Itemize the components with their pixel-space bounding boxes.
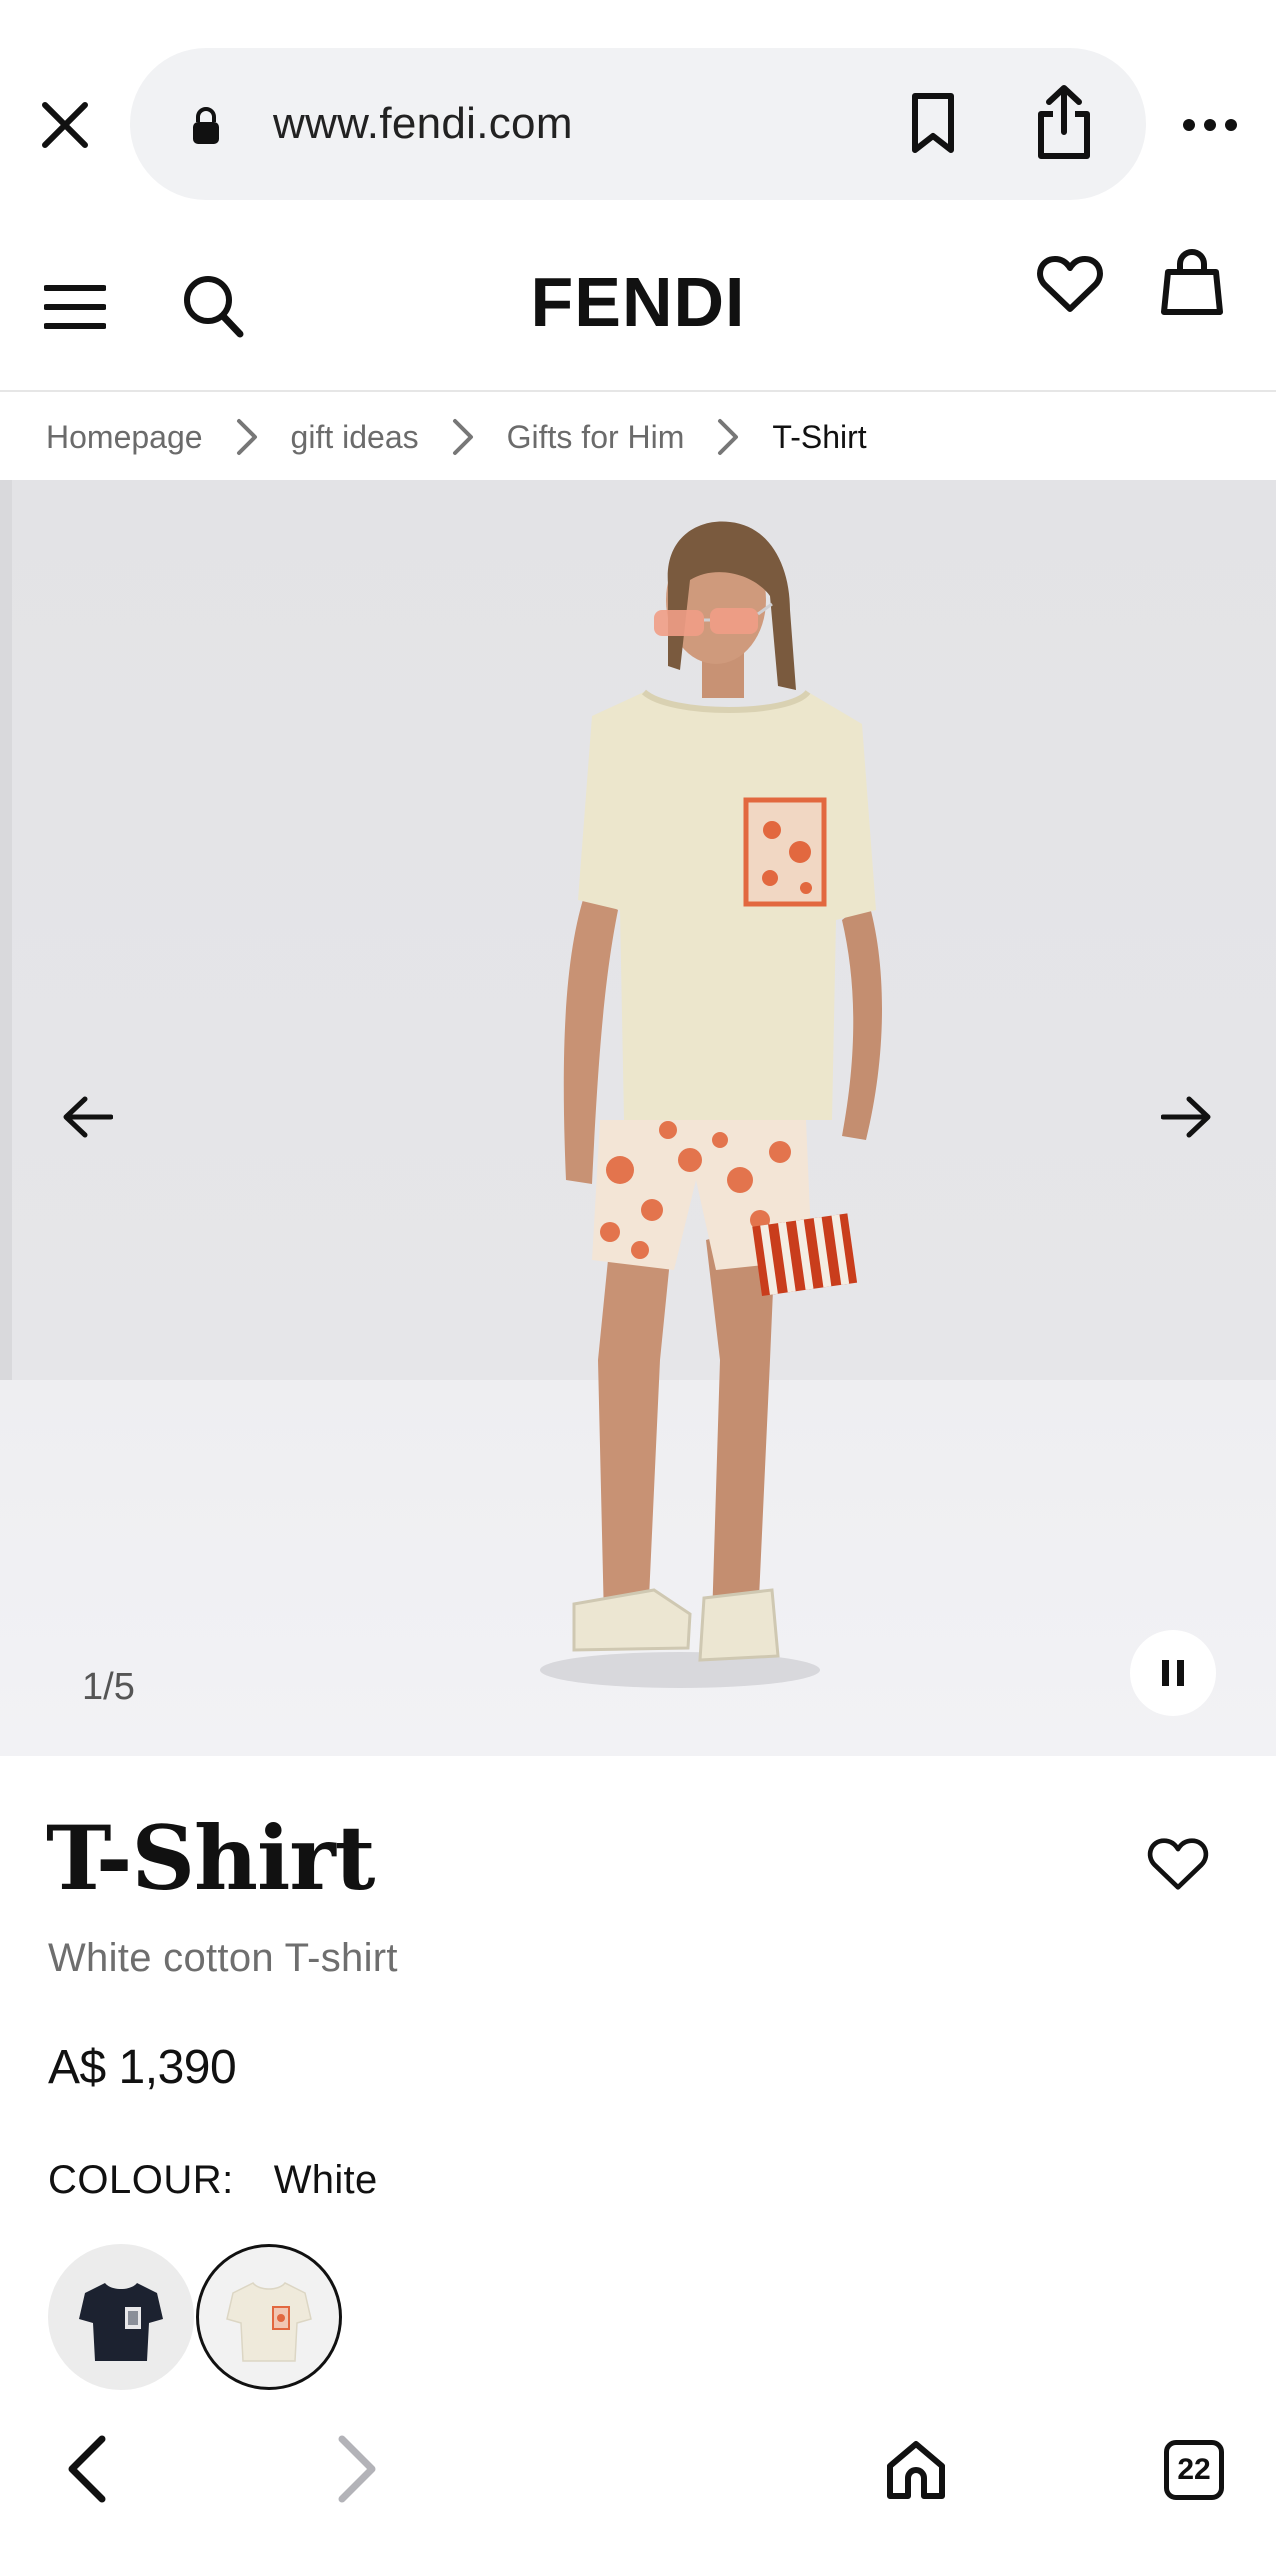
chevron-right-icon bbox=[445, 417, 481, 457]
tshirt-thumbnail-white bbox=[226, 2282, 312, 2362]
tshirt-thumbnail-black bbox=[79, 2283, 163, 2361]
address-bar[interactable]: www.fendi.com bbox=[130, 48, 1146, 200]
product-title: T-Shirt bbox=[46, 1806, 375, 1910]
chevron-right-icon bbox=[229, 417, 265, 457]
breadcrumb-gift-ideas[interactable]: gift ideas bbox=[291, 419, 419, 456]
browser-chrome: www.fendi.com bbox=[0, 0, 1276, 200]
arrow-right-icon bbox=[1161, 1096, 1211, 1138]
home-icon[interactable] bbox=[874, 2428, 958, 2512]
next-image-button[interactable] bbox=[1142, 1072, 1232, 1162]
url-text[interactable]: www.fendi.com bbox=[273, 98, 573, 150]
colour-selector: COLOUR: White bbox=[48, 2156, 378, 2204]
colour-swatch-black[interactable] bbox=[48, 2244, 194, 2390]
site-header: FENDI bbox=[0, 222, 1276, 392]
heart-icon[interactable] bbox=[1030, 244, 1110, 324]
pause-icon bbox=[1162, 1660, 1184, 1686]
back-icon[interactable] bbox=[46, 2424, 126, 2514]
browser-toolbar: 22 bbox=[0, 2400, 1276, 2560]
heart-icon bbox=[1147, 1838, 1209, 1890]
tab-count: 22 bbox=[1164, 2440, 1224, 2500]
pause-button[interactable] bbox=[1130, 1630, 1216, 1716]
breadcrumb-homepage[interactable]: Homepage bbox=[46, 419, 203, 456]
arrow-left-icon bbox=[63, 1096, 113, 1138]
breadcrumb-current: T-Shirt bbox=[772, 418, 867, 455]
breadcrumb-gifts-for-him[interactable]: Gifts for Him bbox=[507, 419, 685, 456]
breadcrumb: Homepage gift ideas Gifts for Him T-Shir… bbox=[46, 394, 867, 480]
previous-image-button[interactable] bbox=[42, 1072, 132, 1162]
add-to-wishlist-button[interactable] bbox=[1140, 1826, 1216, 1902]
tabs-icon[interactable]: 22 bbox=[1156, 2432, 1232, 2508]
product-photo-model bbox=[540, 521, 882, 1688]
image-counter: 1/5 bbox=[82, 1666, 135, 1708]
colour-swatch-white[interactable] bbox=[196, 2244, 342, 2390]
chevron-right-icon bbox=[710, 417, 746, 457]
product-subtitle: White cotton T-shirt bbox=[48, 1936, 398, 1980]
shopping-bag-icon[interactable] bbox=[1152, 240, 1232, 326]
product-price: A$ 1,390 bbox=[48, 2041, 237, 2094]
share-icon[interactable] bbox=[1026, 80, 1102, 164]
forward-icon[interactable] bbox=[318, 2424, 398, 2514]
close-icon[interactable] bbox=[30, 90, 100, 160]
more-icon[interactable] bbox=[1172, 100, 1248, 150]
lock-icon bbox=[190, 106, 222, 151]
colour-value: White bbox=[273, 2158, 378, 2202]
product-image-carousel[interactable]: 1/5 bbox=[0, 480, 1276, 1756]
bookmark-icon[interactable] bbox=[898, 88, 968, 158]
colour-label: COLOUR: bbox=[48, 2158, 234, 2202]
